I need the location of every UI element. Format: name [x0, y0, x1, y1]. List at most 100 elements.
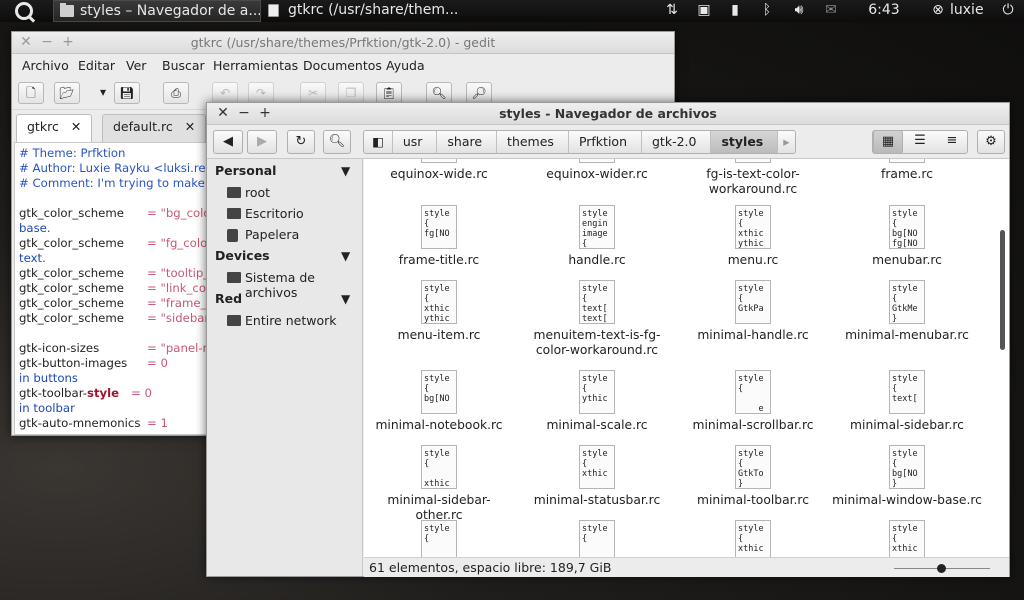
paste-icon[interactable]: 📋︎ — [376, 82, 402, 104]
close-tab-icon[interactable]: ✕ — [185, 119, 195, 134]
file-item[interactable]: style engin image {handle.rc — [522, 205, 672, 268]
file-item[interactable]: style { bg[NO fg[NO menubar.rc — [832, 205, 982, 268]
menu-herramientas[interactable]: Herramientas — [213, 58, 298, 73]
phone-icon[interactable]: ▣ — [694, 0, 714, 22]
file-view[interactable]: equinox-wide.rc equinox-wider.rc fg-is-tex… — [364, 159, 1009, 557]
gear-icon[interactable]: ⚙ — [977, 130, 1005, 154]
app-menu-logo-icon[interactable] — [15, 2, 33, 20]
copy-icon[interactable]: ❐ — [338, 82, 364, 104]
file-item[interactable]: style { xthic — [678, 520, 828, 557]
zoom-slider[interactable] — [894, 564, 990, 573]
file-item[interactable]: style { GtkPa minimal-handle.rc — [678, 280, 828, 343]
new-document-icon[interactable]: 🗋 — [18, 82, 44, 104]
file-item[interactable]: style { xthic ythic menu.rc — [678, 205, 828, 268]
sidebar-item-escritorio[interactable]: Escritorio — [227, 206, 304, 221]
taskbar-item-gedit[interactable]: gtkrc (/usr/share/them... — [262, 0, 472, 22]
file-item[interactable]: fg-is-text-color- workaround.rc — [678, 159, 828, 197]
clock[interactable]: 6:43 — [864, 0, 904, 22]
sidebar-section-personal[interactable]: Personal ▼ — [215, 163, 350, 178]
sidebar-item-entire-network[interactable]: Entire network — [227, 313, 337, 328]
mail-icon[interactable]: ✉ — [819, 0, 843, 22]
file-browser-titlebar[interactable]: ✕ − + styles - Navegador de archivos — [207, 103, 1009, 125]
sidebar-section-network[interactable]: Red ▼ — [215, 291, 350, 306]
file-item[interactable]: style { GtkMe } minimal-menubar.rc — [832, 280, 982, 343]
sidebar-item-papelera[interactable]: Papelera — [227, 227, 299, 242]
user-name[interactable]: luxie — [950, 0, 992, 22]
file-name: menubar.rc — [872, 253, 942, 267]
redo-icon[interactable]: ↷ — [248, 82, 274, 104]
grid-view-icon[interactable]: ▦ — [873, 130, 903, 154]
menu-documentos[interactable]: Documentos — [303, 58, 382, 73]
search-icon[interactable]: 🔍︎ — [426, 82, 452, 104]
taskbar-item-file-browser[interactable]: styles – Navegador de a... — [53, 0, 261, 22]
menu-buscar[interactable]: Buscar — [162, 58, 205, 73]
file-item[interactable]: frame.rc — [832, 159, 982, 182]
open-folder-icon[interactable]: 📂︎ — [54, 82, 80, 104]
cut-icon[interactable]: ✂ — [300, 82, 326, 104]
file-item[interactable]: style { xthic ythic menu-item.rc — [364, 280, 514, 343]
file-item[interactable]: style { fg[NO frame-title.rc — [364, 205, 514, 268]
file-item[interactable]: style { e minimal-scrollbar.rc — [678, 370, 828, 433]
search-icon[interactable]: 🔍︎ — [323, 130, 351, 154]
chevron-down-icon[interactable]: ▾ — [90, 82, 116, 104]
menu-archivo[interactable]: Archivo — [22, 58, 69, 73]
breadcrumb-item[interactable]: styles — [711, 131, 779, 153]
file-item[interactable]: style { text[minimal-sidebar.rc — [832, 370, 982, 433]
file-item[interactable]: style { — [522, 520, 672, 557]
breadcrumb-item[interactable]: usr — [393, 131, 438, 153]
breadcrumb-more-icon[interactable]: ▸ — [778, 131, 794, 153]
text-file-icon: style { bg[NO fg[NO — [889, 205, 925, 249]
menu-editar[interactable]: Editar — [78, 58, 115, 73]
section-label: Red — [215, 291, 243, 306]
file-item[interactable]: style { — [364, 520, 514, 557]
sidebar-item-root[interactable]: root — [227, 185, 270, 200]
breadcrumb-item[interactable]: share — [437, 131, 498, 153]
list-view-icon[interactable]: ☰ — [904, 130, 936, 154]
bluetooth-icon[interactable]: ᛒ — [758, 0, 776, 22]
code-line: gtk_color_scheme = "sidebar_ — [19, 311, 216, 325]
search-replace-icon[interactable]: 🔎︎ — [466, 82, 492, 104]
undo-icon[interactable]: ↶ — [212, 82, 238, 104]
code-line: gtk_color_scheme = "fg_color: — [19, 236, 216, 250]
triangle-down-icon[interactable]: ▼ — [341, 164, 350, 178]
breadcrumb-item[interactable]: themes — [497, 131, 569, 153]
tab-gtkrc[interactable]: gtkrc ✕ — [16, 114, 93, 142]
file-item[interactable]: equinox-wider.rc — [522, 159, 672, 182]
gedit-titlebar[interactable]: ✕ − + gtkrc (/usr/share/themes/Prfktion/… — [12, 32, 674, 54]
triangle-down-icon[interactable]: ▼ — [341, 292, 350, 306]
transfer-arrows-icon[interactable]: ⇅ — [660, 0, 684, 22]
text-file-icon: style { xthic — [889, 520, 925, 557]
text-file-icon: style { — [579, 520, 615, 557]
file-item[interactable]: style { xthic — [832, 520, 982, 557]
back-icon[interactable]: ◀ — [213, 130, 243, 154]
sidebar-section-devices[interactable]: Devices ▼ — [215, 248, 350, 263]
file-item[interactable]: style { bg[NO } minimal-window-base.rc — [832, 445, 982, 508]
breadcrumb-item[interactable]: Prfktion — [569, 131, 642, 153]
close-tab-icon[interactable]: ✕ — [71, 119, 81, 134]
compact-view-icon[interactable]: ≡ — [937, 130, 967, 154]
file-item[interactable]: style { ythic minimal-scale.rc — [522, 370, 672, 433]
breadcrumb-item[interactable]: gtk-2.0 — [642, 131, 712, 153]
triangle-down-icon[interactable]: ▼ — [341, 249, 350, 263]
file-item[interactable]: style { GtkTo } minimal-toolbar.rc — [678, 445, 828, 508]
power-icon[interactable]: ⏻ — [998, 0, 1018, 22]
drive-icon[interactable]: ◧ — [364, 131, 393, 153]
save-icon[interactable]: 💾︎ — [114, 82, 140, 104]
file-item[interactable]: style { xthic minimal-sidebar-other.rc — [364, 445, 514, 523]
scrollbar[interactable] — [1000, 230, 1005, 350]
file-item[interactable]: equinox-wide.rc — [364, 159, 514, 182]
reload-icon[interactable]: ↻ — [287, 130, 315, 154]
print-icon[interactable]: ⎙ — [163, 82, 189, 104]
sidebar-item-label: Entire network — [245, 313, 337, 328]
forward-icon[interactable]: ▶ — [247, 130, 277, 154]
battery-icon[interactable]: ▮ — [726, 0, 744, 22]
menu-ver[interactable]: Ver — [126, 58, 146, 73]
tab-default-rc[interactable]: default.rc ✕ — [102, 114, 207, 142]
file-item[interactable]: style { text[ text[menuitem-text-is-fg- … — [522, 280, 672, 358]
file-name: menu.rc — [727, 253, 779, 267]
volume-icon[interactable]: 🔊︎ — [787, 0, 811, 22]
file-item[interactable]: style { xthic minimal-statusbar.rc — [522, 445, 672, 508]
zoom-slider-knob[interactable] — [937, 564, 946, 573]
file-item[interactable]: style { bg[NO minimal-notebook.rc — [364, 370, 514, 433]
menu-ayuda[interactable]: Ayuda — [386, 58, 425, 73]
